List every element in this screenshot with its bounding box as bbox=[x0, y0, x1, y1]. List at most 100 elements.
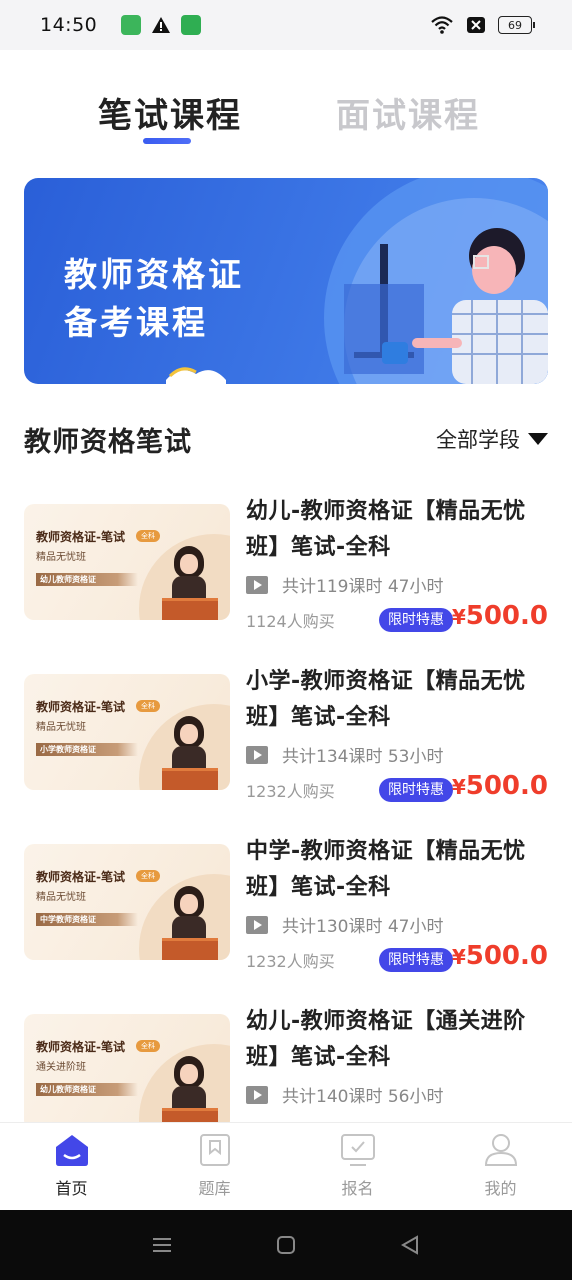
video-play-icon bbox=[246, 745, 268, 764]
video-play-icon bbox=[246, 1085, 268, 1104]
calendar-notification-icon bbox=[121, 15, 142, 35]
notification-icons bbox=[121, 15, 202, 35]
course-buyers: 1232人购买 bbox=[246, 952, 335, 971]
podium-illustration bbox=[162, 598, 218, 620]
course-title: 小学-教师资格证【精品无忧班】笔试-全科 bbox=[246, 669, 526, 730]
course-price: ¥500.0 bbox=[452, 601, 548, 631]
podium-illustration bbox=[162, 1108, 218, 1122]
course-meta: 共计140课时 56小时 bbox=[246, 1082, 443, 1107]
nav-question-bank[interactable]: 题库 bbox=[143, 1123, 286, 1210]
course-thumbnail: 教师资格证-笔试 全科 精品无忧班 中学教师资格证 bbox=[24, 844, 230, 960]
currency-symbol: ¥ bbox=[451, 945, 466, 969]
caret-down-icon bbox=[528, 433, 548, 445]
course-meta: 共计134课时 53小时 bbox=[246, 742, 443, 767]
home-icon bbox=[55, 1135, 88, 1166]
tab-interview-courses[interactable]: 面试课程 bbox=[336, 88, 480, 137]
video-play-icon bbox=[246, 915, 268, 934]
wifi-icon bbox=[431, 16, 453, 34]
course-meta: 共计130课时 47小时 bbox=[246, 912, 443, 937]
teacher-body bbox=[172, 576, 206, 600]
thumbnail-subtitle: 精品无忧班 bbox=[36, 722, 86, 733]
battery-icon: 69 bbox=[498, 16, 535, 34]
currency-symbol: ¥ bbox=[451, 605, 466, 629]
thumbnail-tag: 全科 bbox=[136, 700, 160, 712]
section-title: 教师资格笔试 bbox=[24, 427, 192, 458]
course-title: 中学-教师资格证【精品无忧班】笔试-全科 bbox=[246, 839, 526, 900]
thumbnail-title: 教师资格证-笔试 bbox=[36, 530, 125, 544]
back-icon[interactable] bbox=[399, 1234, 421, 1256]
discount-badge: 限时特惠 bbox=[379, 778, 453, 802]
course-lessons: 共计119课时 47小时 bbox=[282, 577, 444, 597]
nav-profile-label: 我的 bbox=[484, 1179, 517, 1198]
course-lessons: 共计140课时 56小时 bbox=[282, 1087, 444, 1107]
course-meta: 共计119课时 47小时 bbox=[246, 572, 443, 597]
tab-written-courses[interactable]: 笔试课程 bbox=[98, 88, 242, 137]
podium-illustration bbox=[162, 768, 218, 790]
course-thumbnail: 教师资格证-笔试 全科 精品无忧班 幼儿教师资格证 bbox=[24, 504, 230, 620]
price-value: 500.0 bbox=[465, 601, 548, 631]
question-bank-icon bbox=[199, 1134, 230, 1166]
teacher-face bbox=[180, 554, 198, 574]
course-thumbnail: 教师资格证-笔试 全科 精品无忧班 小学教师资格证 bbox=[24, 674, 230, 790]
teacher-body bbox=[172, 746, 206, 770]
video-play-icon bbox=[246, 575, 268, 594]
promo-banner[interactable]: 教师资格证 备考课程 bbox=[24, 178, 548, 384]
nav-register[interactable]: 报名 bbox=[286, 1123, 429, 1210]
currency-symbol: ¥ bbox=[451, 775, 466, 799]
thumbnail-tag: 全科 bbox=[136, 1040, 160, 1052]
thumbnail-tag: 全科 bbox=[136, 530, 160, 542]
profile-icon bbox=[484, 1134, 517, 1166]
status-bar: 14:50 69 bbox=[0, 0, 572, 50]
thumbnail-subtitle: 通关进阶班 bbox=[36, 1062, 86, 1073]
thumbnail-tag: 全科 bbox=[136, 870, 160, 882]
thumbnail-title: 教师资格证-笔试 bbox=[36, 870, 125, 884]
nav-home-label: 首页 bbox=[55, 1179, 88, 1198]
teacher-body bbox=[172, 1086, 206, 1110]
thumbnail-band: 小学教师资格证 bbox=[36, 743, 138, 756]
teacher-face bbox=[180, 894, 198, 914]
course-card[interactable]: 教师资格证-笔试 全科 精品无忧班 中学教师资格证 中学-教师资格证【精品无忧班… bbox=[0, 820, 572, 990]
warning-icon bbox=[152, 17, 171, 33]
price-value: 500.0 bbox=[465, 941, 548, 971]
course-price: ¥500.0 bbox=[452, 771, 548, 801]
price-value: 500.0 bbox=[465, 771, 548, 801]
course-card[interactable]: 教师资格证-笔试 全科 精品无忧班 小学教师资格证 小学-教师资格证【精品无忧班… bbox=[0, 650, 572, 820]
course-buyers: 1232人购买 bbox=[246, 782, 335, 801]
nav-question-bank-label: 题库 bbox=[198, 1179, 231, 1198]
course-thumbnail: 教师资格证-笔试 全科 通关进阶班 幼儿教师资格证 bbox=[24, 1014, 230, 1122]
thumbnail-band: 幼儿教师资格证 bbox=[36, 1083, 138, 1096]
menu-icon[interactable] bbox=[151, 1234, 173, 1256]
bottom-tab-bar: 首页 题库 报名 我的 bbox=[0, 1122, 572, 1210]
banner-headline: 教师资格证 bbox=[64, 255, 244, 294]
banner-subheadline: 备考课程 bbox=[64, 303, 208, 342]
course-list[interactable]: 教师资格证-笔试 全科 精品无忧班 幼儿教师资格证 幼儿-教师资格证【精品无忧班… bbox=[0, 480, 572, 1122]
thumbnail-title: 教师资格证-笔试 bbox=[36, 1040, 125, 1054]
filter-label: 全部学段 bbox=[436, 428, 520, 452]
nav-profile[interactable]: 我的 bbox=[429, 1123, 572, 1210]
register-icon bbox=[340, 1134, 375, 1166]
course-type-tabs: 笔试课程 面试课程 bbox=[0, 50, 572, 165]
book-illustration bbox=[166, 367, 226, 384]
course-title: 幼儿-教师资格证【通关进阶班】笔试-全科 bbox=[246, 1009, 526, 1070]
teacher-face bbox=[180, 724, 198, 744]
nav-register-label: 报名 bbox=[341, 1179, 374, 1198]
home-button-icon[interactable] bbox=[275, 1234, 297, 1256]
course-lessons: 共计130课时 47小时 bbox=[282, 917, 444, 937]
teacher-face bbox=[180, 1064, 198, 1084]
discount-badge: 限时特惠 bbox=[379, 608, 453, 632]
course-card[interactable]: 教师资格证-笔试 全科 通关进阶班 幼儿教师资格证 幼儿-教师资格证【通关进阶班… bbox=[0, 990, 572, 1122]
thumbnail-band: 中学教师资格证 bbox=[36, 913, 138, 926]
course-price: ¥500.0 bbox=[452, 941, 548, 971]
grade-filter-dropdown[interactable]: 全部学段 bbox=[436, 424, 548, 454]
battery-level: 69 bbox=[508, 18, 522, 32]
thumbnail-subtitle: 精品无忧班 bbox=[36, 552, 86, 563]
thumbnail-subtitle: 精品无忧班 bbox=[36, 892, 86, 903]
student-at-computer-illustration bbox=[344, 228, 548, 384]
thumbnail-band: 幼儿教师资格证 bbox=[36, 573, 138, 586]
course-card[interactable]: 教师资格证-笔试 全科 精品无忧班 幼儿教师资格证 幼儿-教师资格证【精品无忧班… bbox=[0, 480, 572, 650]
status-time: 14:50 bbox=[40, 14, 98, 36]
course-lessons: 共计134课时 53小时 bbox=[282, 747, 444, 767]
course-buyers: 1124人购买 bbox=[246, 612, 335, 631]
nav-home[interactable]: 首页 bbox=[0, 1123, 143, 1210]
discount-badge: 限时特惠 bbox=[379, 948, 453, 972]
